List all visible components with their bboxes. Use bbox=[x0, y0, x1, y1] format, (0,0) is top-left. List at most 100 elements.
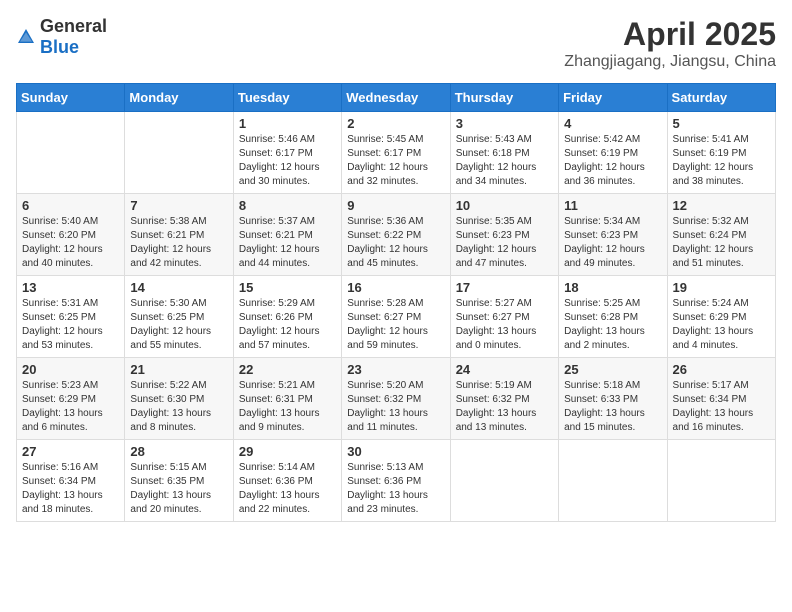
day-info: Sunrise: 5:31 AM Sunset: 6:25 PM Dayligh… bbox=[22, 297, 119, 353]
calendar-week-row: 6 Sunrise: 5:40 AM Sunset: 6:20 PM Daylig… bbox=[17, 194, 776, 276]
day-info: Sunrise: 5:13 AM Sunset: 6:36 PM Dayligh… bbox=[347, 461, 444, 517]
day-info: Sunrise: 5:37 AM Sunset: 6:21 PM Dayligh… bbox=[239, 215, 336, 271]
calendar-day-header: Tuesday bbox=[233, 84, 341, 112]
day-info: Sunrise: 5:20 AM Sunset: 6:32 PM Dayligh… bbox=[347, 379, 444, 435]
day-number: 3 bbox=[456, 116, 553, 131]
calendar-day-cell bbox=[667, 440, 775, 522]
calendar-week-row: 20 Sunrise: 5:23 AM Sunset: 6:29 PM Dayli… bbox=[17, 358, 776, 440]
logo-general-text: General bbox=[40, 16, 107, 36]
logo-blue-text: Blue bbox=[40, 37, 79, 57]
calendar-day-cell: 11 Sunrise: 5:34 AM Sunset: 6:23 PM Dayli… bbox=[559, 194, 667, 276]
calendar-day-cell: 16 Sunrise: 5:28 AM Sunset: 6:27 PM Dayli… bbox=[342, 276, 450, 358]
day-info: Sunrise: 5:14 AM Sunset: 6:36 PM Dayligh… bbox=[239, 461, 336, 517]
calendar-day-cell: 2Sunrise: 5:45 AM Sunset: 6:17 PM Daylig… bbox=[342, 112, 450, 194]
day-info: Sunrise: 5:29 AM Sunset: 6:26 PM Dayligh… bbox=[239, 297, 336, 353]
calendar-day-cell: 4Sunrise: 5:42 AM Sunset: 6:19 PM Daylig… bbox=[559, 112, 667, 194]
day-number: 11 bbox=[564, 198, 661, 213]
day-info: Sunrise: 5:38 AM Sunset: 6:21 PM Dayligh… bbox=[130, 215, 227, 271]
day-number: 20 bbox=[22, 362, 119, 377]
day-number: 9 bbox=[347, 198, 444, 213]
day-info: Sunrise: 5:34 AM Sunset: 6:23 PM Dayligh… bbox=[564, 215, 661, 271]
day-info: Sunrise: 5:22 AM Sunset: 6:30 PM Dayligh… bbox=[130, 379, 227, 435]
day-info: Sunrise: 5:32 AM Sunset: 6:24 PM Dayligh… bbox=[673, 215, 770, 271]
calendar-day-cell: 14 Sunrise: 5:30 AM Sunset: 6:25 PM Dayli… bbox=[125, 276, 233, 358]
calendar-day-cell: 22Sunrise: 5:21 AM Sunset: 6:31 PM Dayli… bbox=[233, 358, 341, 440]
day-number: 23 bbox=[347, 362, 444, 377]
day-number: 26 bbox=[673, 362, 770, 377]
day-info: Sunrise: 5:15 AM Sunset: 6:35 PM Dayligh… bbox=[130, 461, 227, 517]
day-info: Sunrise: 5:43 AM Sunset: 6:18 PM Dayligh… bbox=[456, 133, 553, 189]
day-number: 1 bbox=[239, 116, 336, 131]
calendar-day-cell: 19Sunrise: 5:24 AM Sunset: 6:29 PM Dayli… bbox=[667, 276, 775, 358]
month-title: April 2025 bbox=[564, 16, 776, 53]
day-number: 13 bbox=[22, 280, 119, 295]
calendar-day-cell: 29 Sunrise: 5:14 AM Sunset: 6:36 PM Dayli… bbox=[233, 440, 341, 522]
calendar-week-row: 13 Sunrise: 5:31 AM Sunset: 6:25 PM Dayli… bbox=[17, 276, 776, 358]
day-info: Sunrise: 5:28 AM Sunset: 6:27 PM Dayligh… bbox=[347, 297, 444, 353]
calendar-day-cell: 25 Sunrise: 5:18 AM Sunset: 6:33 PM Dayli… bbox=[559, 358, 667, 440]
day-number: 29 bbox=[239, 444, 336, 459]
day-number: 14 bbox=[130, 280, 227, 295]
calendar-day-cell: 30 Sunrise: 5:13 AM Sunset: 6:36 PM Dayli… bbox=[342, 440, 450, 522]
day-info: Sunrise: 5:16 AM Sunset: 6:34 PM Dayligh… bbox=[22, 461, 119, 517]
day-info: Sunrise: 5:27 AM Sunset: 6:27 PM Dayligh… bbox=[456, 297, 553, 353]
day-info: Sunrise: 5:45 AM Sunset: 6:17 PM Dayligh… bbox=[347, 133, 444, 189]
day-number: 25 bbox=[564, 362, 661, 377]
day-number: 18 bbox=[564, 280, 661, 295]
day-info: Sunrise: 5:23 AM Sunset: 6:29 PM Dayligh… bbox=[22, 379, 119, 435]
location-title: Zhangjiagang, Jiangsu, China bbox=[564, 53, 776, 71]
calendar-day-cell: 15 Sunrise: 5:29 AM Sunset: 6:26 PM Dayli… bbox=[233, 276, 341, 358]
day-info: Sunrise: 5:21 AM Sunset: 6:31 PM Dayligh… bbox=[239, 379, 336, 435]
calendar-week-row: 27 Sunrise: 5:16 AM Sunset: 6:34 PM Dayli… bbox=[17, 440, 776, 522]
calendar-day-header: Monday bbox=[125, 84, 233, 112]
calendar-day-cell: 6 Sunrise: 5:40 AM Sunset: 6:20 PM Daylig… bbox=[17, 194, 125, 276]
calendar-day-cell: 21 Sunrise: 5:22 AM Sunset: 6:30 PM Dayli… bbox=[125, 358, 233, 440]
calendar-day-cell: 17Sunrise: 5:27 AM Sunset: 6:27 PM Dayli… bbox=[450, 276, 558, 358]
day-info: Sunrise: 5:46 AM Sunset: 6:17 PM Dayligh… bbox=[239, 133, 336, 189]
day-number: 8 bbox=[239, 198, 336, 213]
day-number: 16 bbox=[347, 280, 444, 295]
day-number: 21 bbox=[130, 362, 227, 377]
day-info: Sunrise: 5:30 AM Sunset: 6:25 PM Dayligh… bbox=[130, 297, 227, 353]
calendar-day-cell: 20 Sunrise: 5:23 AM Sunset: 6:29 PM Dayli… bbox=[17, 358, 125, 440]
calendar-day-cell: 12 Sunrise: 5:32 AM Sunset: 6:24 PM Dayli… bbox=[667, 194, 775, 276]
calendar-day-cell: 18 Sunrise: 5:25 AM Sunset: 6:28 PM Dayli… bbox=[559, 276, 667, 358]
day-number: 30 bbox=[347, 444, 444, 459]
day-number: 27 bbox=[22, 444, 119, 459]
day-info: Sunrise: 5:25 AM Sunset: 6:28 PM Dayligh… bbox=[564, 297, 661, 353]
calendar-day-header: Wednesday bbox=[342, 84, 450, 112]
day-number: 15 bbox=[239, 280, 336, 295]
calendar-day-cell: 26 Sunrise: 5:17 AM Sunset: 6:34 PM Dayli… bbox=[667, 358, 775, 440]
calendar-day-cell: 24Sunrise: 5:19 AM Sunset: 6:32 PM Dayli… bbox=[450, 358, 558, 440]
calendar-day-cell: 28 Sunrise: 5:15 AM Sunset: 6:35 PM Dayli… bbox=[125, 440, 233, 522]
calendar-day-cell: 27 Sunrise: 5:16 AM Sunset: 6:34 PM Dayli… bbox=[17, 440, 125, 522]
day-number: 7 bbox=[130, 198, 227, 213]
day-number: 28 bbox=[130, 444, 227, 459]
day-number: 10 bbox=[456, 198, 553, 213]
calendar-day-cell bbox=[559, 440, 667, 522]
calendar-day-cell: 13 Sunrise: 5:31 AM Sunset: 6:25 PM Dayli… bbox=[17, 276, 125, 358]
title-area: April 2025 Zhangjiagang, Jiangsu, China bbox=[564, 16, 776, 71]
calendar-table: SundayMondayTuesdayWednesdayThursdayFrid… bbox=[16, 83, 776, 522]
calendar-day-header: Sunday bbox=[17, 84, 125, 112]
calendar-day-cell: 3 Sunrise: 5:43 AM Sunset: 6:18 PM Daylig… bbox=[450, 112, 558, 194]
day-info: Sunrise: 5:40 AM Sunset: 6:20 PM Dayligh… bbox=[22, 215, 119, 271]
day-number: 4 bbox=[564, 116, 661, 131]
calendar-day-cell: 10Sunrise: 5:35 AM Sunset: 6:23 PM Dayli… bbox=[450, 194, 558, 276]
day-number: 19 bbox=[673, 280, 770, 295]
calendar-body: 1 Sunrise: 5:46 AM Sunset: 6:17 PM Daylig… bbox=[17, 112, 776, 522]
day-number: 12 bbox=[673, 198, 770, 213]
day-info: Sunrise: 5:41 AM Sunset: 6:19 PM Dayligh… bbox=[673, 133, 770, 189]
day-number: 6 bbox=[22, 198, 119, 213]
calendar-day-header: Saturday bbox=[667, 84, 775, 112]
calendar-day-cell: 9 Sunrise: 5:36 AM Sunset: 6:22 PM Daylig… bbox=[342, 194, 450, 276]
logo: General Blue bbox=[16, 16, 107, 58]
day-info: Sunrise: 5:36 AM Sunset: 6:22 PM Dayligh… bbox=[347, 215, 444, 271]
day-info: Sunrise: 5:18 AM Sunset: 6:33 PM Dayligh… bbox=[564, 379, 661, 435]
day-info: Sunrise: 5:19 AM Sunset: 6:32 PM Dayligh… bbox=[456, 379, 553, 435]
calendar-day-cell bbox=[125, 112, 233, 194]
calendar-day-cell bbox=[450, 440, 558, 522]
calendar-day-header: Thursday bbox=[450, 84, 558, 112]
calendar-day-cell: 1 Sunrise: 5:46 AM Sunset: 6:17 PM Daylig… bbox=[233, 112, 341, 194]
day-info: Sunrise: 5:17 AM Sunset: 6:34 PM Dayligh… bbox=[673, 379, 770, 435]
